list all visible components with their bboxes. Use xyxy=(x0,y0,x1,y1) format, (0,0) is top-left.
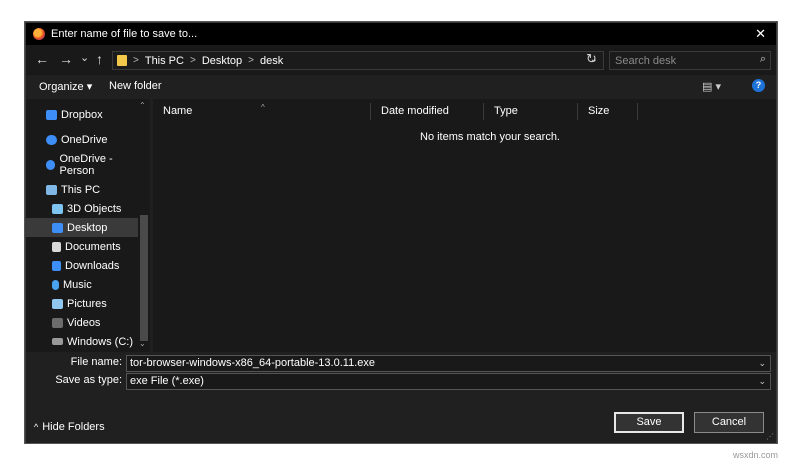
view-options-icon[interactable]: ▤ ▾ xyxy=(702,80,721,93)
sidebar-item-3d-objects[interactable]: 3D Objects xyxy=(26,199,138,218)
sidebar-item-label: Windows (C:) xyxy=(67,335,134,348)
save-as-type-label: Save as type: xyxy=(55,374,122,386)
dialog-title: Enter name of file to save to... xyxy=(51,28,198,40)
forward-arrow-icon[interactable]: → xyxy=(59,51,73,67)
chevron-right-icon[interactable]: > xyxy=(190,55,196,66)
title-bar: Enter name of file to save to... ✕ xyxy=(26,23,776,45)
onedrive-icon xyxy=(46,159,56,170)
save-form: File name: tor-browser-windows-x86_64-po… xyxy=(26,352,776,390)
sidebar-item-label: OneDrive xyxy=(61,133,108,146)
column-header-size[interactable]: Size xyxy=(578,103,638,120)
pictures-icon xyxy=(52,298,63,309)
search-box: ⌕ xyxy=(609,51,771,70)
sidebar-item-label: This PC xyxy=(61,183,101,196)
sidebar-item-label: Pictures xyxy=(67,297,107,310)
refresh-icon[interactable]: ↻ xyxy=(586,51,597,67)
videos-icon xyxy=(52,317,63,328)
sidebar-item-videos[interactable]: Videos xyxy=(26,313,138,332)
folder-icon xyxy=(117,55,127,66)
recent-locations-icon[interactable]: ⌄ xyxy=(80,51,89,64)
hide-folders-button[interactable]: ^ Hide Folders xyxy=(34,421,105,433)
scrollbar-thumb[interactable] xyxy=(140,215,148,341)
sidebar-item-label: Dropbox xyxy=(61,108,103,121)
hide-folders-label: Hide Folders xyxy=(42,421,105,433)
sidebar-item-onedrive[interactable]: OneDrive xyxy=(26,130,138,149)
cube-icon xyxy=(52,203,63,214)
drive-icon xyxy=(52,338,63,345)
file-name-label: File name: xyxy=(70,356,122,368)
sidebar-scrollbar[interactable]: ⌃ ⌄ xyxy=(138,99,149,352)
scroll-down-icon[interactable]: ⌄ xyxy=(139,339,146,348)
sidebar-item-music[interactable]: Music xyxy=(26,275,138,294)
cancel-button[interactable]: Cancel xyxy=(694,412,764,433)
sidebar-item-label: Downloads xyxy=(65,259,120,272)
column-header-type[interactable]: Type xyxy=(484,103,578,120)
empty-results-message: No items match your search. xyxy=(420,131,560,143)
dialog-footer: ^ Hide Folders Save Cancel ⋰ xyxy=(26,390,776,443)
save-button[interactable]: Save xyxy=(614,412,684,433)
watermark: wsxdn.com xyxy=(733,450,779,460)
firefox-icon xyxy=(33,28,45,40)
sidebar-item-dropbox[interactable]: Dropbox xyxy=(26,105,138,124)
computer-icon xyxy=(46,184,57,195)
back-arrow-icon[interactable]: ← xyxy=(35,51,49,67)
search-icon[interactable]: ⌕ xyxy=(760,53,766,66)
sidebar-item-documents[interactable]: Documents xyxy=(26,237,138,256)
address-row: ← → ⌄ ↑ > This PC > Desktop > desk ⌄ ↻ ⌕ xyxy=(26,45,776,75)
save-as-type-select[interactable]: exe File (*.exe) ⌄ xyxy=(126,373,771,390)
sidebar-item-pictures[interactable]: Pictures xyxy=(26,294,138,313)
sidebar-item-windows-c[interactable]: Windows (C:) xyxy=(26,332,138,351)
file-list: Name ^ Date modified Type Size No items … xyxy=(153,99,776,352)
help-icon[interactable]: ? xyxy=(752,79,765,92)
dropbox-icon xyxy=(46,109,57,120)
close-icon[interactable]: ✕ xyxy=(755,26,766,42)
sidebar-item-desktop[interactable]: Desktop xyxy=(26,218,138,237)
sidebar-item-label: OneDrive - Person xyxy=(59,152,113,177)
navigation-pane: Dropbox OneDrive OneDrive - Person This … xyxy=(26,99,150,352)
column-header-name[interactable]: Name ^ xyxy=(153,103,371,120)
desktop-icon xyxy=(52,222,63,233)
sidebar-item-label: Videos xyxy=(67,316,101,329)
chevron-down-icon[interactable]: ⌄ xyxy=(758,374,766,389)
sidebar-item-this-pc[interactable]: This PC xyxy=(26,180,138,199)
sidebar-item-onedrive-personal[interactable]: OneDrive - Person xyxy=(26,152,138,177)
sidebar-item-label: 3D Objects xyxy=(67,202,122,215)
file-name-field[interactable]: tor-browser-windows-x86_64-portable-13.0… xyxy=(126,355,771,372)
sidebar-item-label: Desktop xyxy=(67,221,108,234)
download-icon xyxy=(52,260,61,271)
toolbar: Organize ▾ New folder ▤ ▾ ? xyxy=(26,75,776,99)
save-as-type-value: exe File (*.exe) xyxy=(130,375,204,387)
sidebar-item-label: Music xyxy=(63,278,92,291)
chevron-right-icon: > xyxy=(133,55,139,66)
document-icon xyxy=(52,241,61,252)
resize-grip-icon[interactable]: ⋰ xyxy=(766,432,774,441)
breadcrumb-this-pc[interactable]: This PC xyxy=(145,55,184,67)
up-arrow-icon[interactable]: ↑ xyxy=(96,51,103,67)
onedrive-icon xyxy=(46,134,57,145)
chevron-down-icon[interactable]: ⌄ xyxy=(758,356,766,371)
sidebar-item-label: Documents xyxy=(65,240,121,253)
new-folder-button[interactable]: New folder xyxy=(109,80,162,92)
column-header-label: Name xyxy=(163,105,193,117)
chevron-up-icon: ^ xyxy=(34,422,39,432)
sidebar-item-downloads[interactable]: Downloads xyxy=(26,256,138,275)
search-input[interactable] xyxy=(610,52,748,69)
chevron-right-icon[interactable]: > xyxy=(248,55,254,66)
scroll-up-icon[interactable]: ⌃ xyxy=(139,101,146,110)
sort-ascending-icon: ^ xyxy=(261,103,265,112)
organize-button[interactable]: Organize ▾ xyxy=(39,80,92,93)
address-bar[interactable]: > This PC > Desktop > desk ⌄ xyxy=(112,51,604,70)
file-name-value: tor-browser-windows-x86_64-portable-13.0… xyxy=(130,357,375,369)
save-file-dialog: Enter name of file to save to... ✕ ← → ⌄… xyxy=(25,22,777,443)
music-icon xyxy=(52,279,59,290)
column-header-date-modified[interactable]: Date modified xyxy=(371,103,484,120)
breadcrumb-desk[interactable]: desk xyxy=(260,55,283,67)
breadcrumb-desktop[interactable]: Desktop xyxy=(202,55,242,67)
